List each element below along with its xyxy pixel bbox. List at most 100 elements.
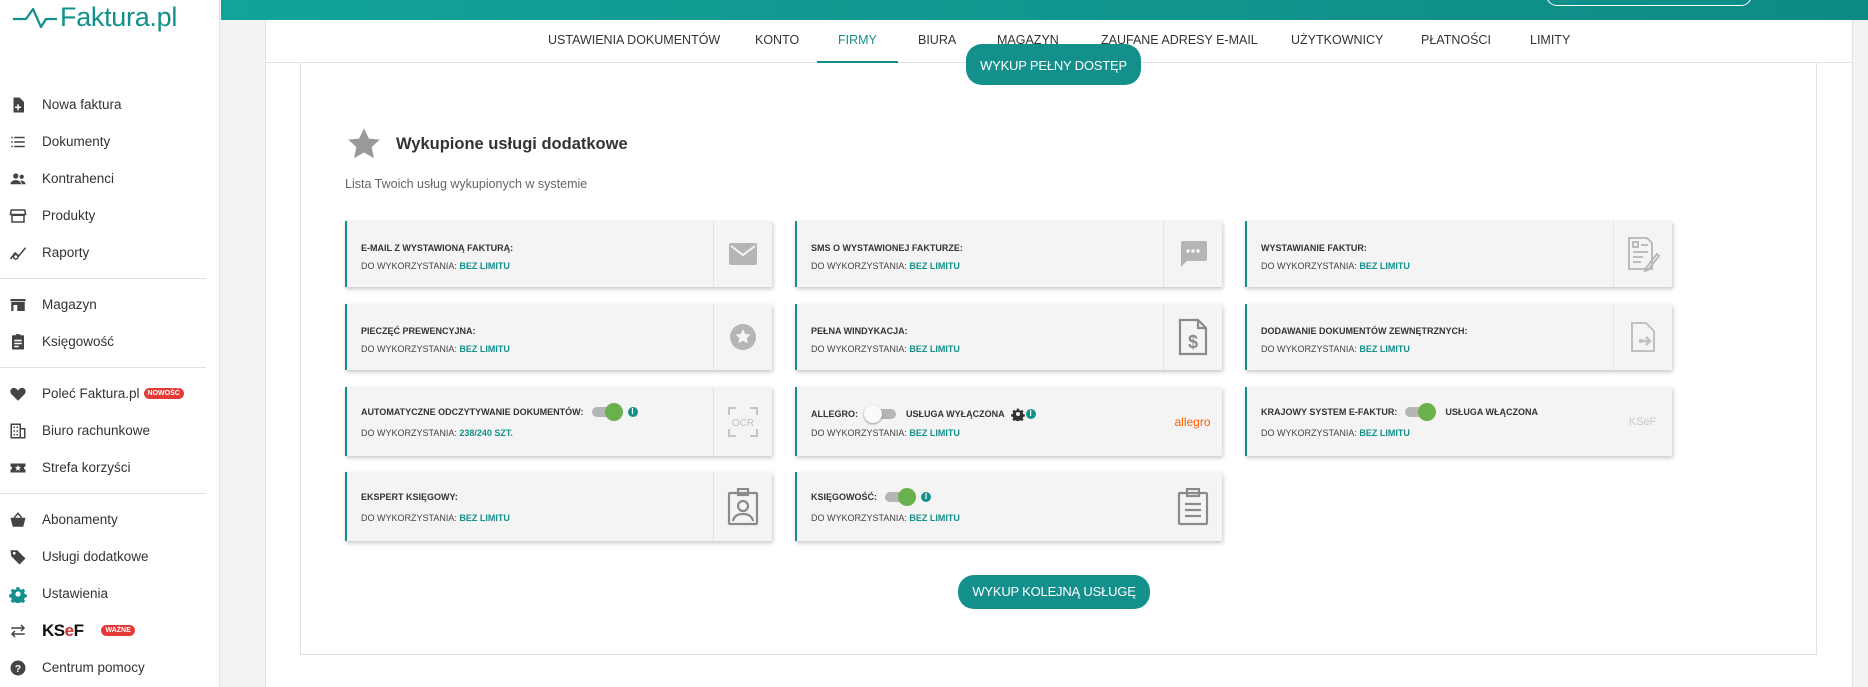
ksef-icon: KSeF [1628, 415, 1657, 428]
service-icon-box [713, 472, 772, 541]
sidebar-item-ksef[interactable]: KSeF WAŻNE [0, 612, 206, 649]
sidebar-item-label: Kontrahenci [42, 171, 115, 186]
service-card-windykacja: PEŁNA WINDYKACJA: DO WYKORZYSTANIA: BEZ … [795, 304, 1222, 370]
app-logo[interactable]: Faktura.pl [12, 2, 177, 33]
sidebar-item-uslugi[interactable]: Usługi dodatkowe [0, 538, 206, 575]
service-icon-box: allegro [1163, 387, 1222, 456]
service-title: KRAJOWY SYSTEM E-FAKTUR: USŁUGA WŁĄCZONA [1261, 403, 1538, 421]
dollar-document-icon: $ [1178, 318, 1208, 356]
sidebar-item-label: Księgowość [42, 334, 115, 349]
tab-ustawienia-dokumentow[interactable]: USTAWIENIA DOKUMENTÓW [548, 20, 720, 63]
mail-icon [729, 243, 757, 265]
service-title: PEŁNA WINDYKACJA: [811, 326, 908, 336]
nav-divider [0, 493, 206, 494]
sidebar-item-ustawienia[interactable]: Ustawienia [0, 575, 206, 612]
gear-icon[interactable] [1010, 407, 1025, 421]
sidebar-item-raporty[interactable]: Raporty [0, 234, 206, 271]
info-icon[interactable]: i [921, 492, 932, 502]
service-card-allegro: ALLEGRO: USŁUGA WYŁĄCZONA i DO WYKORZYST… [795, 387, 1222, 456]
info-icon[interactable]: i [1025, 409, 1036, 419]
sidebar-item-label: Abonamenty [42, 512, 118, 527]
svg-text:$: $ [1188, 332, 1198, 352]
sidebar-item-abonamenty[interactable]: Abonamenty [0, 501, 206, 538]
service-icon-box: OCR [713, 387, 772, 456]
list-icon [9, 133, 27, 151]
seal-icon [730, 324, 756, 350]
sidebar-item-dokumenty[interactable]: Dokumenty [0, 123, 206, 160]
service-usage: DO WYKORZYSTANIA: BEZ LIMITU [811, 513, 960, 523]
sidebar-item-produkty[interactable]: Produkty [0, 197, 206, 234]
info-icon[interactable]: i [627, 407, 638, 417]
service-title: ALLEGRO: USŁUGA WYŁĄCZONA i [811, 405, 1036, 423]
section-subtitle: Lista Twoich usług wykupionych w systemi… [345, 177, 588, 191]
service-icon-box [1613, 304, 1672, 370]
gear-icon [9, 585, 27, 603]
service-icon-box [1613, 221, 1672, 287]
buy-next-service-button[interactable]: WYKUP KOLEJNĄ USŁUGĘ [958, 575, 1150, 609]
service-icon-box: KSeF [1613, 387, 1672, 456]
ticket-icon [9, 459, 27, 477]
top-header-bar [221, 0, 1868, 20]
service-icon-box [1163, 221, 1222, 287]
ksiegowosc-toggle[interactable] [885, 488, 917, 506]
chart-icon [9, 244, 27, 262]
header-pill-button[interactable] [1546, 0, 1752, 6]
service-title: AUTOMATYCZNE ODCZYTYWANIE DOKUMENTÓW: i [361, 403, 638, 421]
sidebar-item-magazyn[interactable]: Magazyn [0, 286, 206, 323]
badge-person-icon [727, 487, 759, 525]
service-state-label: USŁUGA WYŁĄCZONA [906, 409, 1005, 419]
sidebar-item-label: Raporty [42, 245, 90, 260]
sidebar-item-pomoc[interactable]: ? Centrum pomocy [0, 649, 206, 686]
tab-platnosci[interactable]: PŁATNOŚCI [1421, 20, 1491, 63]
tab-limity[interactable]: LIMITY [1530, 20, 1570, 63]
service-icon-box [713, 304, 772, 370]
service-card-ksef: KRAJOWY SYSTEM E-FAKTUR: USŁUGA WŁĄCZONA… [1245, 387, 1672, 456]
sidebar-item-label: Usługi dodatkowe [42, 549, 149, 564]
buy-full-access-button[interactable]: WYKUP PEŁNY DOSTĘP [966, 44, 1141, 85]
sidebar-item-label: Produkty [42, 208, 96, 223]
warehouse-icon [9, 296, 27, 314]
tab-firmy[interactable]: FIRMY [817, 20, 898, 63]
service-usage: DO WYKORZYSTANIA: BEZ LIMITU [1261, 428, 1410, 438]
sidebar-item-label: Strefa korzyści [42, 460, 131, 475]
sidebar-nav: Nowa faktura Dokumenty Kontrahenci Produ… [0, 86, 206, 686]
ksef-logo: KSeF [42, 620, 84, 640]
sidebar-item-label: Nowa faktura [42, 97, 122, 112]
people-icon [9, 170, 27, 188]
service-title: PIECZĘĆ PREWENCYJNA: [361, 326, 476, 336]
new-badge: NOWOŚĆ [143, 388, 184, 399]
service-card-email: E-MAIL Z WYSTAWIONĄ FAKTURĄ: DO WYKORZYS… [345, 221, 772, 287]
tab-konto[interactable]: KONTO [755, 20, 799, 63]
swap-icon [9, 622, 27, 640]
ksef-toggle[interactable] [1405, 403, 1437, 421]
tab-uzytkownicy[interactable]: UŻYTKOWNICY [1291, 20, 1383, 63]
service-card-pieczec: PIECZĘĆ PREWENCYJNA: DO WYKORZYSTANIA: B… [345, 304, 772, 370]
allegro-logo: allegro [1174, 414, 1211, 429]
help-icon: ? [9, 659, 27, 677]
ocr-toggle[interactable] [591, 403, 623, 421]
service-title: WYSTAWIANIE FAKTUR: [1261, 243, 1367, 253]
sidebar-item-biuro[interactable]: Biuro rachunkowe [0, 412, 206, 449]
logo-text: Faktura.pl [60, 2, 178, 32]
section-header: Wykupione usługi dodatkowe [345, 126, 628, 162]
sidebar-item-label: Biuro rachunkowe [42, 423, 151, 438]
sidebar-item-polec[interactable]: Poleć Faktura.pl NOWOŚĆ [0, 375, 206, 412]
sidebar-item-kontrahenci[interactable]: Kontrahenci [0, 160, 206, 197]
service-usage: DO WYKORZYSTANIA: BEZ LIMITU [811, 261, 960, 271]
file-plus-icon [9, 96, 27, 114]
service-usage: DO WYKORZYSTANIA: BEZ LIMITU [361, 513, 510, 523]
service-card-ekspert: EKSPERT KSIĘGOWY: DO WYKORZYSTANIA: BEZ … [345, 472, 772, 541]
store-icon [9, 207, 27, 225]
sidebar-item-strefa[interactable]: Strefa korzyści [0, 449, 206, 486]
service-usage: DO WYKORZYSTANIA: BEZ LIMITU [1261, 261, 1410, 271]
sidebar-item-ksiegowosc[interactable]: Księgowość [0, 323, 206, 360]
tab-biura[interactable]: BIURA [918, 20, 956, 63]
sidebar-item-nowa-faktura[interactable]: Nowa faktura [0, 86, 206, 123]
service-card-wystawianie: WYSTAWIANIE FAKTUR: DO WYKORZYSTANIA: BE… [1245, 221, 1672, 287]
allegro-toggle[interactable] [864, 405, 896, 423]
service-title: EKSPERT KSIĘGOWY: [361, 492, 458, 502]
logo-wave-icon [13, 7, 57, 28]
important-badge: WAŻNE [101, 625, 135, 636]
section-title: Wykupione usługi dodatkowe [396, 134, 628, 153]
service-usage: DO WYKORZYSTANIA: BEZ LIMITU [361, 261, 510, 271]
